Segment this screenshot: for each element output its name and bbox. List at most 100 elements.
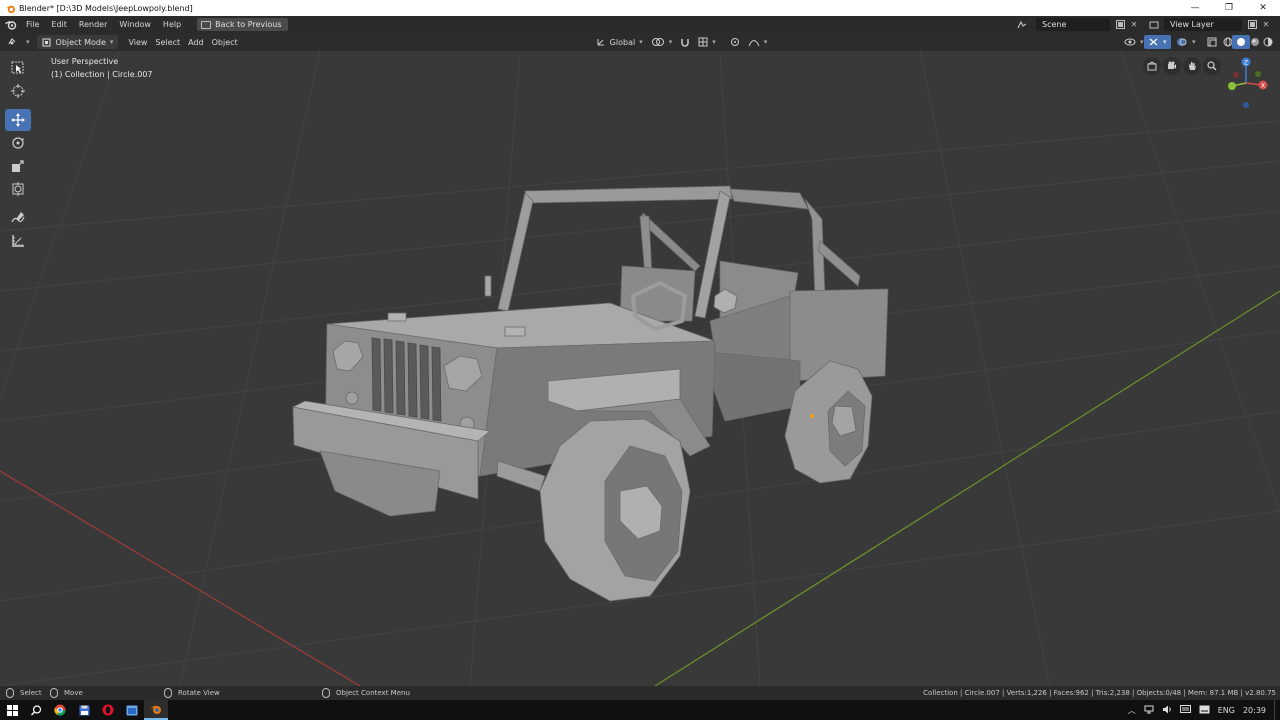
menu-object[interactable]: Object [208, 35, 242, 49]
opera-icon[interactable] [96, 700, 120, 720]
back-to-previous-label: Back to Previous [215, 20, 282, 29]
menu-file[interactable]: File [20, 17, 45, 32]
proportional-edit-icon [730, 38, 739, 46]
annotate-pen-icon [11, 212, 25, 223]
gizmo-icon [1149, 38, 1158, 46]
menu-render[interactable]: Render [73, 17, 113, 32]
scale-icon [12, 160, 24, 172]
neg-x-axis-handle[interactable] [1233, 72, 1239, 78]
blender-logo-icon [3, 1, 17, 15]
toggle-camera-icon[interactable] [1163, 57, 1181, 75]
status-rotate-label: Rotate View [178, 689, 220, 697]
status-move-label: Move [64, 689, 83, 697]
select-box-tool[interactable] [5, 57, 31, 79]
cursor-tool[interactable] [5, 80, 31, 102]
show-desktop-button[interactable] [1274, 700, 1280, 720]
maximize-button[interactable]: ❐ [1212, 0, 1246, 16]
chrome-icon[interactable] [48, 700, 72, 720]
solid-sphere-icon [1237, 38, 1245, 46]
editor-type-dropdown[interactable]: ▾ [4, 35, 34, 49]
view-layer-icon[interactable] [1148, 19, 1160, 31]
x-axis-label: X [1261, 83, 1265, 90]
menu-view[interactable]: View [124, 35, 151, 49]
status-select: Select [6, 688, 42, 698]
blender-app: Blender* [D:\3D Models\JeepLowpoly.blend… [0, 0, 1280, 720]
menu-help[interactable]: Help [157, 17, 187, 32]
save-disk-icon[interactable] [72, 700, 96, 720]
axis-gizmo[interactable]: Z X [1218, 55, 1278, 115]
measure-tool[interactable] [5, 230, 31, 252]
window-title: Blender* [D:\3D Models\JeepLowpoly.blend… [19, 3, 193, 13]
windows-taskbar: ︿ ENG 20:39 [0, 700, 1280, 720]
snap-toggle[interactable] [676, 35, 694, 49]
status-context-menu: Object Context Menu [322, 688, 410, 698]
delete-view-layer-icon[interactable]: ✕ [1260, 19, 1272, 31]
viewport-scene [0, 51, 1280, 686]
transform-tool[interactable] [5, 178, 31, 200]
clock[interactable]: 20:39 [1243, 706, 1266, 715]
camera-view-icon[interactable] [1143, 57, 1161, 75]
status-context-label: Object Context Menu [336, 689, 410, 697]
transform-orientation-dropdown[interactable]: Global ▾ [592, 35, 647, 49]
y-axis-handle[interactable] [1228, 82, 1236, 90]
neg-z-axis-handle[interactable] [1243, 102, 1249, 108]
minimize-button[interactable]: — [1178, 0, 1212, 16]
mouse-middle-icon [164, 688, 172, 698]
scale-tool[interactable] [5, 155, 31, 177]
mode-dropdown[interactable]: Object Mode ▾ [36, 35, 119, 49]
new-scene-icon[interactable] [1114, 19, 1126, 31]
volume-icon[interactable] [1162, 705, 1172, 716]
navigation-controls [1143, 57, 1221, 75]
viewport-header: ▾ Object Mode ▾ View Select Add Object G… [0, 33, 1280, 51]
windows-start-icon[interactable] [0, 700, 24, 720]
back-to-previous-button[interactable]: Back to Previous [197, 18, 288, 31]
menu-edit[interactable]: Edit [45, 17, 73, 32]
scene-name-field[interactable]: Scene [1036, 18, 1110, 31]
language-indicator[interactable]: ENG [1218, 706, 1235, 715]
object-mode-icon [42, 38, 51, 46]
blender-taskbar-icon[interactable] [144, 700, 168, 720]
jeep-model[interactable] [291, 185, 889, 602]
overlays-icon [1177, 38, 1187, 46]
snap-increment-icon [698, 37, 708, 47]
proportional-falloff-dropdown[interactable]: ▾ [744, 35, 772, 49]
scene-icon[interactable] [1016, 19, 1028, 31]
window-controls: — ❐ ✕ [1178, 0, 1280, 16]
shading-rendered[interactable] [1259, 35, 1277, 49]
scene-selector-group: Scene ✕ View Layer ✕ [1016, 17, 1272, 32]
close-button[interactable]: ✕ [1246, 0, 1280, 16]
move-arrows-icon [11, 113, 25, 127]
keyboard-icon[interactable] [1179, 705, 1191, 715]
mouse-left-icon [6, 688, 14, 698]
menu-window[interactable]: Window [113, 17, 157, 32]
menu-add[interactable]: Add [184, 35, 208, 49]
eye-icon [1124, 38, 1136, 46]
collection-label: (1) Collection | Circle.007 [51, 70, 153, 79]
neg-y-axis-handle[interactable] [1255, 71, 1261, 77]
snap-element-dropdown[interactable]: ▾ [694, 35, 720, 49]
gizmo-toggle[interactable]: ▾ [1144, 35, 1171, 49]
menu-select[interactable]: Select [151, 35, 184, 49]
mouse-right-icon [322, 688, 330, 698]
ruler-icon [12, 235, 24, 247]
view-layer-field[interactable]: View Layer [1164, 18, 1242, 31]
overlays-toggle[interactable]: ▾ [1172, 35, 1200, 49]
pan-hand-icon[interactable] [1183, 57, 1201, 75]
rotate-tool[interactable] [5, 132, 31, 154]
search-icon[interactable] [24, 700, 48, 720]
move-tool[interactable] [5, 109, 31, 131]
blender-menu-icon[interactable] [2, 17, 20, 33]
pivot-point-dropdown[interactable]: ▾ [647, 35, 677, 49]
falloff-curve-icon [748, 40, 760, 47]
delete-scene-icon[interactable]: ✕ [1128, 19, 1140, 31]
3d-viewport[interactable]: User Perspective (1) Collection | Circle… [0, 51, 1280, 686]
notification-icon[interactable] [1199, 705, 1210, 716]
tool-shelf [5, 57, 33, 253]
file-explorer-icon[interactable] [120, 700, 144, 720]
annotate-tool[interactable] [5, 207, 31, 229]
mouse-drag-icon [50, 688, 58, 698]
proportional-edit-toggle[interactable] [726, 35, 744, 49]
network-icon[interactable] [1144, 705, 1154, 716]
new-view-layer-icon[interactable] [1246, 19, 1258, 31]
tray-chevron-icon[interactable]: ︿ [1128, 705, 1136, 716]
